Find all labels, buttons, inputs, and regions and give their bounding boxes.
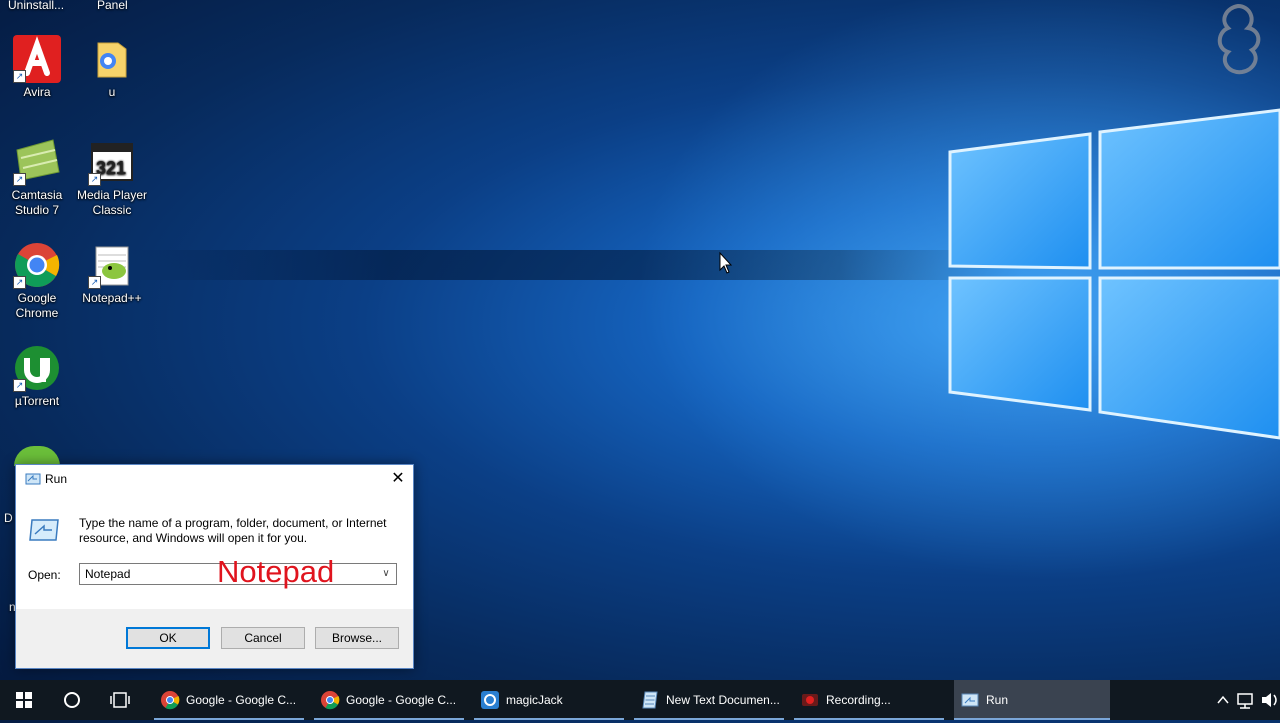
desktop-icon-notepad-plus-plus[interactable]: ↗ Notepad++ <box>75 241 149 306</box>
shortcut-arrow-icon: ↗ <box>13 379 26 392</box>
cancel-button[interactable]: Cancel <box>221 627 305 649</box>
annotation-overlay-text: Notepad <box>217 554 335 589</box>
desktop-icon-media-player-classic[interactable]: 321 ↗ Media Player Classic <box>75 138 149 218</box>
chrome-icon <box>321 691 340 710</box>
taskbar: Google - Google C... Google - Google C..… <box>0 680 1280 720</box>
open-label: Open: <box>28 568 61 582</box>
network-icon[interactable] <box>1237 693 1253 709</box>
camtasia-icon: ↗ <box>13 138 61 186</box>
shortcut-arrow-icon: ↗ <box>13 70 26 83</box>
taskbar-item-label: magicJack <box>506 693 563 707</box>
taskbar-item-label: Google - Google C... <box>186 693 297 707</box>
taskbar-item-label: Run <box>986 693 1009 707</box>
desktop-icon-google-chrome[interactable]: ↗ Google Chrome <box>0 241 74 321</box>
desktop-icon-camtasia[interactable]: ↗ Camtasia Studio 7 <box>0 138 74 218</box>
windows-start-icon <box>16 692 32 708</box>
run-dialog: Run ✕ Type the name of a program, folder… <box>15 464 414 669</box>
taskbar-item-chrome-1[interactable]: Google - Google C... <box>154 680 304 720</box>
desktop-icon-label: Avira <box>23 85 51 99</box>
taskbar-item-recording[interactable]: Recording... <box>794 680 944 720</box>
desktop-icon-label: Google Chrome <box>15 291 59 320</box>
taskbar-item-label: Recording... <box>826 693 891 707</box>
shortcut-arrow-icon: ↗ <box>13 276 26 289</box>
taskbar-item-notepad[interactable]: New Text Documen... <box>634 680 784 720</box>
taskbar-item-chrome-2[interactable]: Google - Google C... <box>314 680 464 720</box>
search-button[interactable] <box>48 680 96 720</box>
task-view-button[interactable] <box>96 680 144 720</box>
task-view-icon <box>110 692 130 708</box>
chevron-down-icon[interactable]: ∨ <box>376 564 396 584</box>
run-dialog-description: Type the name of a program, folder, docu… <box>79 516 387 545</box>
magicjack-icon <box>481 691 499 709</box>
avira-icon: ↗ <box>13 35 61 83</box>
system-tray <box>1214 680 1280 720</box>
run-program-icon <box>29 519 59 541</box>
folder-icon <box>88 35 136 83</box>
volume-icon[interactable] <box>1262 693 1277 707</box>
taskbar-item-magicjack[interactable]: magicJack <box>474 680 624 720</box>
dragon-watermark-icon <box>1217 3 1261 75</box>
desktop-icon-label: Notepad++ <box>82 291 142 305</box>
utorrent-icon: ↗ <box>13 344 61 392</box>
shortcut-arrow-icon: ↗ <box>88 276 101 289</box>
desktop-icon-label: u <box>108 85 116 99</box>
partial-desktop-icon[interactable] <box>14 446 60 466</box>
browse-button[interactable]: Browse... <box>315 627 399 649</box>
shortcut-arrow-icon: ↗ <box>88 173 101 186</box>
desktop-label-control-panel[interactable]: Panel <box>97 0 128 12</box>
close-button[interactable]: ✕ <box>383 465 413 493</box>
ok-button[interactable]: OK <box>126 627 210 649</box>
desktop-icon-u-folder[interactable]: u <box>75 35 149 100</box>
desktop-icon-label: Media Player Classic <box>76 188 148 217</box>
desktop-icon-avira[interactable]: ↗ Avira <box>0 35 74 100</box>
run-icon <box>961 693 979 707</box>
taskbar-item-run[interactable]: Run <box>954 680 1110 720</box>
run-dialog-footer: OK Cancel Browse... <box>16 609 413 668</box>
desktop-icon-label: µTorrent <box>14 394 60 408</box>
chrome-icon: ↗ <box>13 241 61 289</box>
partial-label-d: D <box>4 511 13 525</box>
wallpaper-light-beam <box>120 250 1020 280</box>
recorder-icon <box>802 694 818 706</box>
run-icon <box>25 473 41 485</box>
taskbar-item-label: New Text Documen... <box>666 693 780 707</box>
desktop-icon-utorrent[interactable]: ↗ µTorrent <box>0 344 74 409</box>
desktop-label-uninstall[interactable]: Uninstall... <box>8 0 64 12</box>
cortana-circle-icon <box>64 692 80 708</box>
notepad-icon <box>642 691 658 709</box>
run-dialog-title: Run <box>45 472 68 486</box>
desktop-icon-label: Camtasia Studio 7 <box>11 188 63 217</box>
shortcut-arrow-icon: ↗ <box>13 173 26 186</box>
show-hidden-icons-icon[interactable] <box>1217 695 1229 704</box>
notepadpp-icon: ↗ <box>88 241 136 289</box>
run-dialog-titlebar[interactable]: Run ✕ <box>16 465 413 493</box>
start-button[interactable] <box>0 680 48 720</box>
taskbar-item-label: Google - Google C... <box>346 693 457 707</box>
chrome-icon <box>161 691 180 710</box>
mpc-icon: 321 ↗ <box>88 138 136 186</box>
